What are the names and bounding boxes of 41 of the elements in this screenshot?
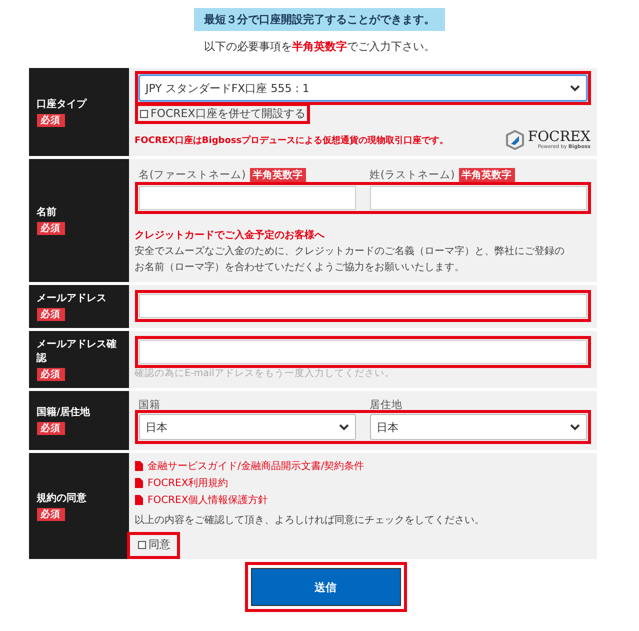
required-badge: 必須 <box>36 114 64 126</box>
focrex-note: FOCREX口座はBigbossプロデュースによる仮想通貨の現物取引口座です。 <box>134 134 449 146</box>
required-badge: 必須 <box>36 368 64 381</box>
logo-name: FOCREX <box>528 130 590 144</box>
field-label: 姓(ラストネーム) <box>370 168 455 182</box>
row-label: メールアドレス確認 <box>36 338 118 366</box>
notice-text: 安全でスムーズなご入金のために、クレジットカードのご名義（ローマ字）と、弊社にご登録のお名前（ローマ字）を合わせていただくようご協力をお願いいたします。 <box>134 244 566 275</box>
document-link[interactable]: 金融サービスガイド/金融商品開示文書/契約条件 <box>134 459 364 473</box>
required-badge: 必須 <box>36 422 64 435</box>
country-select[interactable]: 日本 <box>370 414 586 440</box>
intro-text: 以下の必要事項を半角英数字でご入力下さい。 <box>204 39 435 54</box>
submit-button[interactable]: 送信 <box>250 568 400 606</box>
row-label: 口座タイプ <box>36 98 88 112</box>
field-label: 名(ファーストネーム) <box>138 168 246 182</box>
chevron-down-icon <box>570 424 580 430</box>
field-label: 国籍 <box>138 398 160 412</box>
country-select[interactable]: 日本 <box>138 414 356 440</box>
row-label: メールアドレス <box>36 292 108 306</box>
hint-text: 確認の為にE-mailアドレスをもう一度入力してください。 <box>134 367 396 380</box>
required-badge: 必須 <box>36 308 64 321</box>
document-link[interactable]: FOCREX利用規約 <box>134 476 228 490</box>
row-label: 名前 <box>36 206 58 220</box>
row-label: 国籍/居住地 <box>36 406 92 420</box>
required-badge: 必須 <box>36 222 64 235</box>
account-type-select[interactable]: JPY スタンダードFX口座 555 : 1 <box>138 75 586 101</box>
name-input[interactable] <box>138 186 356 210</box>
instruction-text: 以上の内容をご確認して頂き、よろしければ同意にチェックをしてください。 <box>134 514 486 528</box>
required-badge: 必須 <box>36 508 64 520</box>
format-badge: 半角英数字 <box>458 168 515 182</box>
format-badge: 半角英数字 <box>250 168 306 182</box>
focrex-checkbox[interactable]: FOCREX口座を併せて開設する <box>134 103 310 124</box>
shield-logo-icon <box>506 130 524 150</box>
notice-title: クレジットカードでご入金予定のお客様へ <box>134 228 326 242</box>
chevron-down-icon <box>338 424 348 430</box>
agree-checkbox[interactable]: 同意 <box>126 532 180 559</box>
chevron-down-icon <box>570 84 580 92</box>
document-link[interactable]: FOCREX個人情報保護方針 <box>134 493 268 507</box>
info-banner: 最短３分で口座開設完了することができます。 <box>194 8 445 31</box>
row-label: 規約の同意 <box>36 492 88 506</box>
name-input[interactable] <box>370 186 586 210</box>
field-label: 居住地 <box>370 398 402 412</box>
